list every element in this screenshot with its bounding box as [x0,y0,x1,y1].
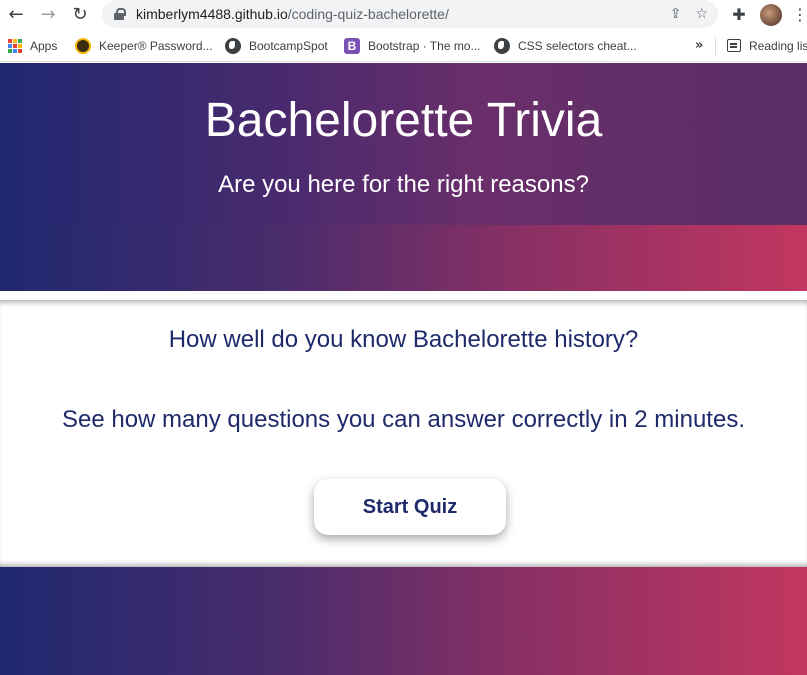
bookmark-css-selectors[interactable]: CSS selectors cheat... [494,29,637,62]
bootstrap-icon: B [344,37,360,54]
browser-toolbar: ← → ↻ kimberlym4488.github.io/coding-qui… [0,0,807,29]
start-quiz-button[interactable]: Start Quiz [314,479,506,535]
more-bookmarks-chevron[interactable]: » [695,29,703,62]
bookmark-apps[interactable]: Apps [8,29,57,62]
address-bar[interactable]: kimberlym4488.github.io/coding-quiz-bach… [102,0,718,28]
intro-instructions: See how many questions you can answer co… [61,406,745,433]
url-text: kimberlym4488.github.io/coding-quiz-bach… [136,6,449,22]
lock-icon [114,8,126,20]
quiz-intro: How well do you know Bachelorette histor… [0,300,807,567]
intro-question: How well do you know Bachelorette histor… [168,326,639,353]
bookmark-keeper[interactable]: Keeper® Password... [75,29,213,62]
double-chevron-icon: » [695,38,704,53]
bookmark-star-icon[interactable]: ☆ [695,6,708,22]
extensions-puzzle-icon[interactable]: ✚ [728,5,750,24]
page-content: Bachelorette Trivia Are you here for the… [0,63,807,675]
reading-list-icon [727,39,741,52]
keeper-icon [75,37,91,54]
forward-arrow-icon[interactable]: → [32,0,64,29]
hero-header: Bachelorette Trivia Are you here for the… [0,63,807,291]
profile-avatar[interactable] [760,3,782,26]
bookmark-bootcampspot[interactable]: BootcampSpot [225,29,328,62]
bookmarks-bar: Apps Keeper® Password... BootcampSpot B … [0,29,807,62]
share-icon[interactable]: ⇪ [670,6,682,22]
footer-gradient [0,567,807,675]
menu-kebab-icon[interactable]: ⋮ [792,5,807,24]
apps-grid-icon [8,38,22,53]
separator [715,29,716,62]
page-title: Bachelorette Trivia [204,94,603,147]
bookmark-bootstrap[interactable]: B Bootstrap · The mo... [344,29,481,62]
hero-gradient-band [0,225,807,291]
globe-icon [225,37,241,54]
back-arrow-icon[interactable]: ← [0,0,32,29]
reload-icon[interactable]: ↻ [64,0,96,29]
globe-icon [494,37,510,54]
page-subtitle: Are you here for the right reasons? [218,171,589,198]
reading-list[interactable]: Reading lis [727,29,807,62]
